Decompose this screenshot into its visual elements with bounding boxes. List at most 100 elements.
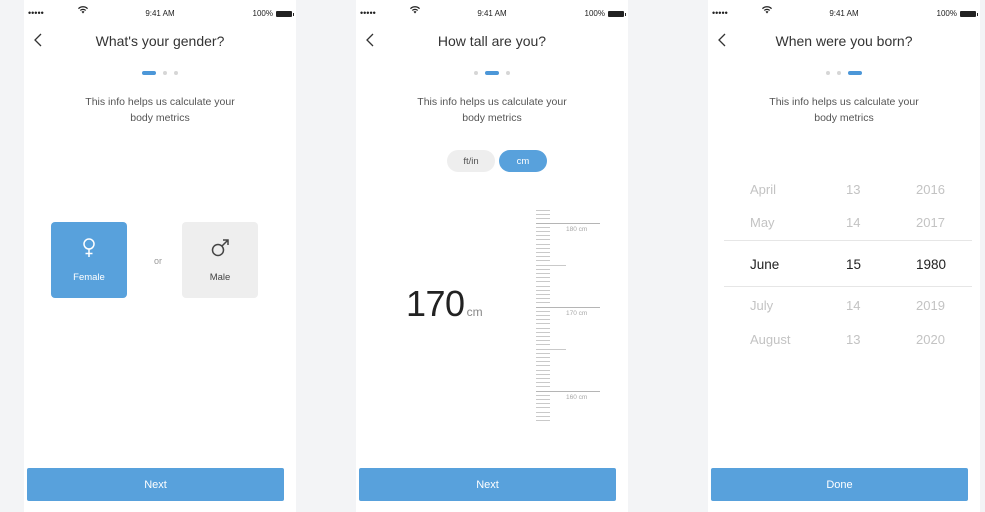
next-button[interactable]: Next (359, 468, 616, 501)
battery-icon (608, 10, 626, 17)
info-line-1: This info helps us calculate your (769, 96, 919, 108)
battery-icon (276, 10, 294, 17)
nav-bar: What's your gender? (24, 28, 296, 56)
info-text: This info helps us calculate your body m… (708, 94, 980, 126)
picker-row[interactable]: July 14 2019 (708, 288, 980, 322)
battery-percent: 100% (584, 9, 605, 18)
ruler-tick (536, 285, 550, 287)
ruler-tick (536, 373, 550, 375)
battery-percent: 100% (252, 9, 273, 18)
picker-month: July (750, 297, 774, 313)
ruler-tick (536, 243, 550, 245)
female-symbol-icon (82, 237, 96, 262)
ruler-tick (536, 390, 600, 392)
height-readout: 170 cm (406, 283, 483, 325)
ruler-tick (536, 365, 550, 367)
ruler-tick (536, 247, 550, 249)
height-value: 170 (406, 283, 465, 324)
ruler-tick (536, 382, 550, 384)
info-line-2: body metrics (814, 112, 874, 124)
step-dot-2 (163, 71, 167, 75)
step-dot-1 (474, 71, 478, 75)
picker-row-selected[interactable]: June 15 1980 (708, 247, 980, 281)
step-indicator (708, 71, 980, 75)
ruler-tick (536, 344, 550, 346)
step-dot-1 (826, 71, 830, 75)
picker-selection-line-top (724, 240, 972, 241)
ruler-tick (536, 331, 550, 333)
info-line-1: This info helps us calculate your (417, 96, 567, 108)
status-bar: ••••• 9:41 AM 100% (708, 0, 980, 28)
ruler-tick (536, 348, 566, 350)
picker-month: June (750, 256, 780, 272)
step-indicator (356, 71, 628, 75)
step-indicator (24, 71, 296, 75)
ruler-tick (536, 264, 566, 266)
unit-toggle: ft/in cm (447, 150, 547, 172)
picker-year: 1980 (916, 256, 947, 272)
ruler-tick (536, 386, 550, 388)
ruler-tick (536, 222, 600, 224)
ruler-tick (536, 235, 550, 237)
ruler-tick (536, 239, 550, 241)
ruler-tick (536, 226, 550, 228)
picker-row[interactable]: April 13 2016 (708, 172, 980, 206)
picker-year: 2017 (916, 214, 945, 230)
ruler-tick (536, 231, 550, 232)
ruler-tick (536, 352, 550, 354)
height-screen: ••••• 9:41 AM 100% How tall are you? Thi… (356, 0, 628, 512)
ruler-tick (536, 294, 550, 295)
female-label: Female (73, 271, 105, 283)
nav-bar: How tall are you? (356, 28, 628, 56)
picker-month: May (750, 214, 775, 230)
battery-icon (960, 10, 978, 17)
ruler-tick (536, 369, 550, 371)
male-label: Male (209, 271, 231, 283)
step-dot-2 (837, 71, 841, 75)
ruler-tick (536, 336, 550, 337)
ruler-tick (536, 420, 550, 421)
ruler-tick (536, 403, 550, 405)
ruler-tick (536, 415, 550, 417)
picker-year: 2019 (916, 297, 945, 313)
ruler-tick (536, 298, 550, 300)
ruler-tick (536, 306, 600, 308)
birthdate-screen: ••••• 9:41 AM 100% When were you born? T… (708, 0, 980, 512)
picker-selection-line-bottom (724, 286, 972, 287)
picker-year: 2016 (916, 181, 945, 197)
info-line-2: body metrics (462, 112, 522, 124)
unit-ftin-button[interactable]: ft/in (447, 150, 495, 172)
picker-row[interactable]: August 13 2020 (708, 322, 980, 356)
done-button[interactable]: Done (711, 468, 968, 501)
ruler-tick (536, 281, 550, 283)
height-ruler-slider[interactable]: 180 cm 170 cm 160 cm (536, 210, 606, 430)
nav-bar: When were you born? (708, 28, 980, 56)
ruler-tick (536, 260, 550, 262)
unit-cm-button[interactable]: cm (499, 150, 547, 172)
ruler-tick (536, 310, 550, 312)
step-dot-1 (142, 71, 156, 75)
ruler-tick-label: 160 cm (566, 393, 588, 401)
ruler-tick (536, 268, 550, 270)
info-text: This info helps us calculate your body m… (24, 94, 296, 126)
ruler-tick (536, 361, 550, 363)
ruler-tick (536, 218, 550, 220)
ruler-tick-label: 180 cm (566, 225, 588, 233)
ruler-tick (536, 407, 550, 409)
page-title: How tall are you? (437, 33, 547, 49)
height-unit: cm (466, 305, 483, 319)
picker-day: 14 (846, 297, 861, 313)
ruler-tick (536, 411, 550, 413)
info-line-2: body metrics (130, 112, 190, 124)
male-symbol-icon (210, 238, 230, 262)
ruler-tick (536, 340, 550, 342)
next-button[interactable]: Next (27, 468, 284, 501)
status-bar: ••••• 9:41 AM 100% (24, 0, 296, 28)
picker-row[interactable]: May 14 2017 (708, 205, 980, 239)
male-option-button[interactable]: Male (182, 222, 258, 298)
page-title: When were you born? (775, 33, 913, 49)
step-dot-3 (848, 71, 862, 75)
female-option-button[interactable]: Female (51, 222, 127, 298)
info-line-1: This info helps us calculate your (85, 96, 235, 108)
date-picker[interactable]: April 13 2016 May 14 2017 June 15 1980 J… (708, 172, 980, 352)
